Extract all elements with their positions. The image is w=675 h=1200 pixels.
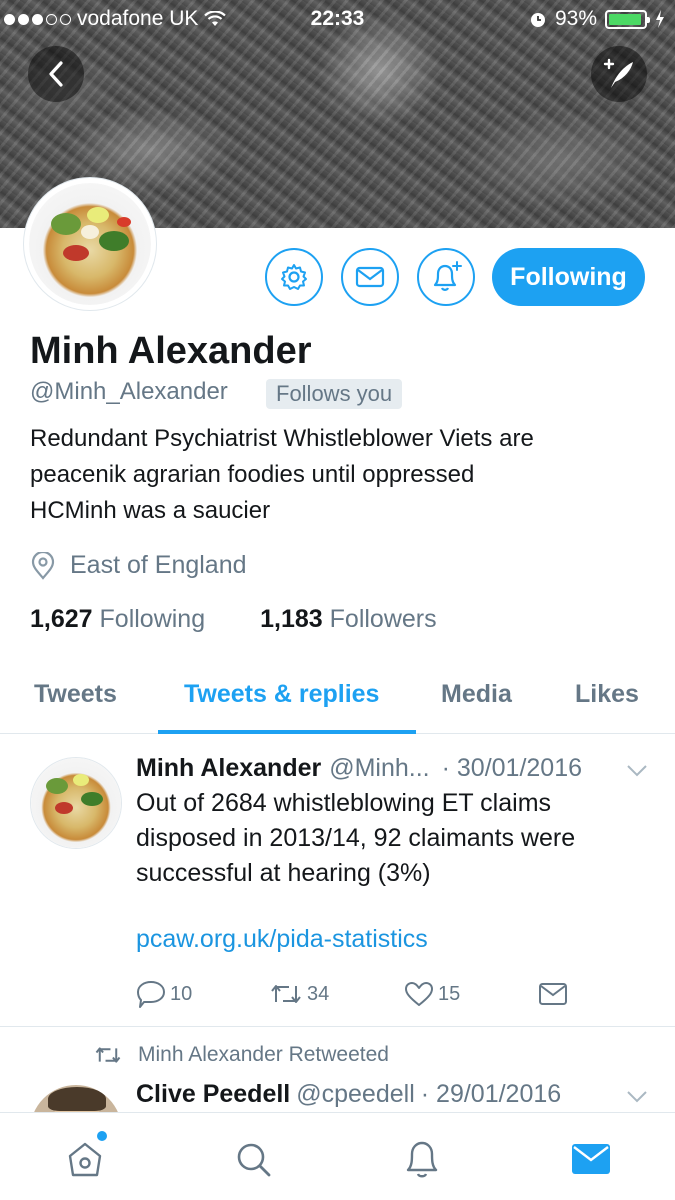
followers-stat[interactable]: 1,183 Followers: [260, 605, 437, 634]
bio-line: peacenik agrarian foodies until oppresse…: [30, 461, 475, 488]
like-button[interactable]: 15: [404, 981, 538, 1007]
chevron-left-icon: [49, 61, 63, 87]
tweet-header: Minh Alexander @Minh... · 30/01/2016: [136, 754, 582, 783]
tweet-author-handle[interactable]: @cpeedell: [296, 1080, 415, 1109]
bottom-nav: [0, 1112, 675, 1200]
tweet-header: Clive Peedell @cpeedell · 29/01/2016: [136, 1080, 561, 1109]
tweet-date: · 30/01/2016: [441, 754, 583, 782]
status-bar: vodafone UK 22:33 93%: [0, 0, 675, 40]
nav-notifications[interactable]: [398, 1135, 446, 1183]
profile-stats: 1,627 Following 1,183 Followers: [30, 605, 437, 634]
tweet-divider: [0, 1026, 675, 1027]
tweet-text-line: successful at hearing (3%): [136, 859, 431, 887]
tab-media[interactable]: Media: [441, 680, 512, 709]
location-pin-icon: [31, 551, 55, 580]
retweeted-by-text: Minh Alexander Retweeted: [138, 1043, 389, 1066]
retweet-button[interactable]: 34: [269, 982, 404, 1006]
tweet-author-name[interactable]: Clive Peedell: [136, 1080, 290, 1109]
following-stat[interactable]: 1,627 Following: [30, 605, 205, 634]
bell-icon: [406, 1141, 438, 1178]
battery-percent: 93%: [554, 7, 597, 30]
tab-tweets[interactable]: Tweets: [34, 680, 117, 709]
tab-likes[interactable]: Likes: [575, 680, 639, 709]
tweet-text-line: disposed in 2013/14, 92 claimants were: [136, 824, 576, 852]
bio-line: HCMinh was a saucier: [30, 497, 271, 524]
bio-line: Redundant Psychiatrist Whistleblower Vie…: [30, 425, 534, 452]
battery-icon: [605, 9, 650, 29]
nav-search[interactable]: [229, 1135, 277, 1183]
notifications-toggle-button[interactable]: [417, 248, 475, 306]
tweet-actions: 10 34 15: [136, 980, 568, 1008]
location-text: East of England: [70, 551, 247, 579]
nav-messages[interactable]: [567, 1135, 615, 1183]
tweet-author-name[interactable]: Minh Alexander: [136, 754, 321, 783]
back-button[interactable]: [28, 46, 84, 102]
heart-icon: [405, 982, 433, 1006]
nav-home[interactable]: [61, 1131, 109, 1183]
bell-plus-icon: [433, 261, 462, 291]
profile-location: East of England: [30, 551, 247, 580]
profile-name: Minh Alexander: [30, 330, 312, 372]
profile-tabs: Tweets Tweets & replies Media Likes: [0, 664, 675, 734]
tweet-link[interactable]: pcaw.org.uk/pida-statistics: [136, 925, 428, 954]
following-button[interactable]: Following: [492, 248, 645, 306]
tweet-date: · 29/01/2016: [420, 1080, 562, 1108]
follows-you-badge: Follows you: [266, 379, 403, 409]
chevron-down-icon[interactable]: [626, 764, 648, 778]
retweet-icon: [95, 1047, 121, 1063]
tab-tweets-replies[interactable]: Tweets & replies: [184, 680, 379, 709]
following-count: 1,627: [30, 605, 93, 633]
retweeted-by-line: Minh Alexander Retweeted: [94, 1043, 389, 1067]
share-via-dm-button[interactable]: [538, 982, 568, 1006]
alarm-clock-icon: [530, 13, 545, 27]
direct-message-button[interactable]: [341, 248, 399, 306]
search-icon: [237, 1143, 271, 1177]
envelope-icon: [355, 266, 385, 288]
charging-bolt-icon: [656, 10, 664, 28]
tweet-author-avatar[interactable]: [30, 757, 122, 849]
retweet-icon: [271, 985, 301, 1003]
compose-quill-icon: [603, 58, 633, 88]
followers-count: 1,183: [260, 605, 323, 633]
compose-tweet-button[interactable]: [591, 46, 647, 102]
home-icon: [68, 1142, 102, 1177]
reply-icon: [137, 981, 165, 1008]
followers-label: Followers: [329, 605, 437, 633]
like-count: 15: [438, 982, 461, 1005]
chevron-down-icon[interactable]: [626, 1090, 648, 1104]
retweet-count: 34: [307, 982, 330, 1005]
active-tab-indicator: [158, 730, 416, 734]
reply-count: 10: [170, 982, 193, 1005]
envelope-icon: [572, 1144, 610, 1174]
tweet-text-line: Out of 2684 whistleblowing ET claims: [136, 789, 552, 817]
reply-button[interactable]: 10: [136, 980, 269, 1008]
profile-avatar[interactable]: [24, 178, 156, 310]
following-label: Following: [99, 605, 206, 633]
tweet-text: Out of 2684 whistleblowing ET claims dis…: [136, 786, 656, 891]
gear-icon: [281, 264, 307, 290]
tweet-author-handle[interactable]: @Minh...: [329, 754, 429, 783]
profile-handle: @Minh_Alexander: [30, 378, 228, 405]
profile-bio: Redundant Psychiatrist Whistleblower Vie…: [30, 421, 650, 529]
settings-button[interactable]: [265, 248, 323, 306]
envelope-icon: [539, 983, 567, 1005]
new-content-dot: [97, 1131, 107, 1141]
